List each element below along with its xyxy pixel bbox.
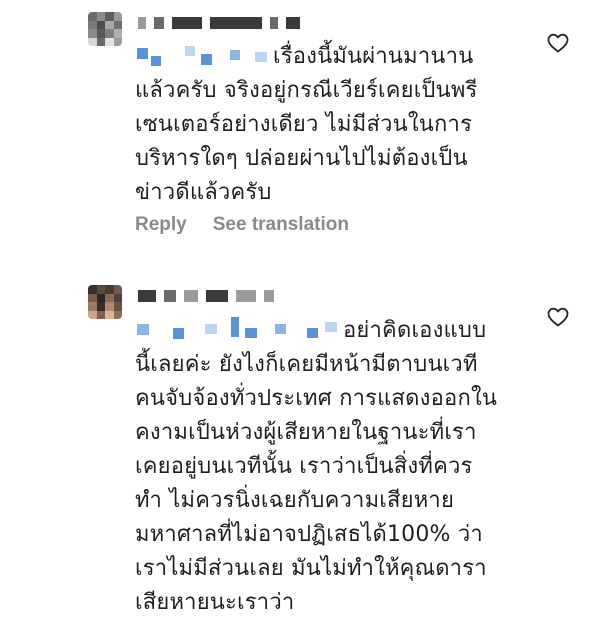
comment-body: เรื่องนี้มันผ่านมานาน แล้วครับ จริงอยู่ก… — [135, 40, 478, 210]
comment-actions: Reply See translation — [135, 214, 349, 236]
reply-button[interactable]: Reply — [135, 214, 187, 236]
mention-redacted[interactable] — [135, 42, 273, 66]
comment-line: เสียหายนะเราว่า — [135, 590, 295, 615]
comment-line: เราไม่มีส่วนเลย มันไม่ทำให้คุณดารา — [135, 556, 487, 581]
comment-line: แล้วครับ จริงอยู่กรณีเวียร์เคยเป็นพรี — [135, 78, 478, 103]
username-redacted[interactable] — [138, 289, 274, 303]
heart-icon[interactable] — [545, 305, 571, 329]
comment-line: ทำ ไม่ควรนิ่งเฉยกับความเสียหาย — [135, 488, 455, 513]
mention-redacted[interactable] — [135, 316, 343, 340]
comment-line: อย่าคิดเองแบบ — [343, 318, 487, 343]
avatar[interactable] — [88, 12, 122, 46]
heart-icon[interactable] — [545, 31, 571, 55]
comment-line: บริหารใดๆ ปล่อยผ่านไปไม่ต้องเป็น — [135, 146, 468, 171]
comment-line: เรื่องนี้มันผ่านมานาน — [273, 44, 474, 69]
avatar[interactable] — [88, 285, 122, 319]
comment-line: คนจับจ้องทั่วประเทศ การแสดงออกใน — [135, 386, 498, 411]
comment-line: ข่าวดีแล้วครับ — [135, 180, 272, 205]
comment-line: มหาศาลที่ไม่อาจปฏิเสธได้100% ว่า — [135, 522, 483, 547]
username-redacted[interactable] — [138, 16, 300, 30]
comment-line: คงามเป็นห่วงผู้เสียหายในฐานะที่เรา — [135, 420, 477, 445]
comment-2: อย่าคิดเองแบบ นี้เลยค่ะ ยังไงก็เคยมีหน้า… — [0, 280, 600, 615]
comment-line: เซนเตอร์อย่างเดียว ไม่มีส่วนในการ — [135, 112, 473, 137]
comment-1: เรื่องนี้มันผ่านมานาน แล้วครับ จริงอยู่ก… — [0, 0, 600, 250]
see-translation-button[interactable]: See translation — [213, 214, 349, 236]
comment-line: เคยอยู่บนเวทีนั้น เราว่าเป็นสิ่งที่ควร — [135, 454, 473, 479]
comment-body: อย่าคิดเองแบบ นี้เลยค่ะ ยังไงก็เคยมีหน้า… — [135, 314, 497, 620]
comment-line: นี้เลยค่ะ ยังไงก็เคยมีหน้ามีตาบนเวที — [135, 352, 478, 377]
